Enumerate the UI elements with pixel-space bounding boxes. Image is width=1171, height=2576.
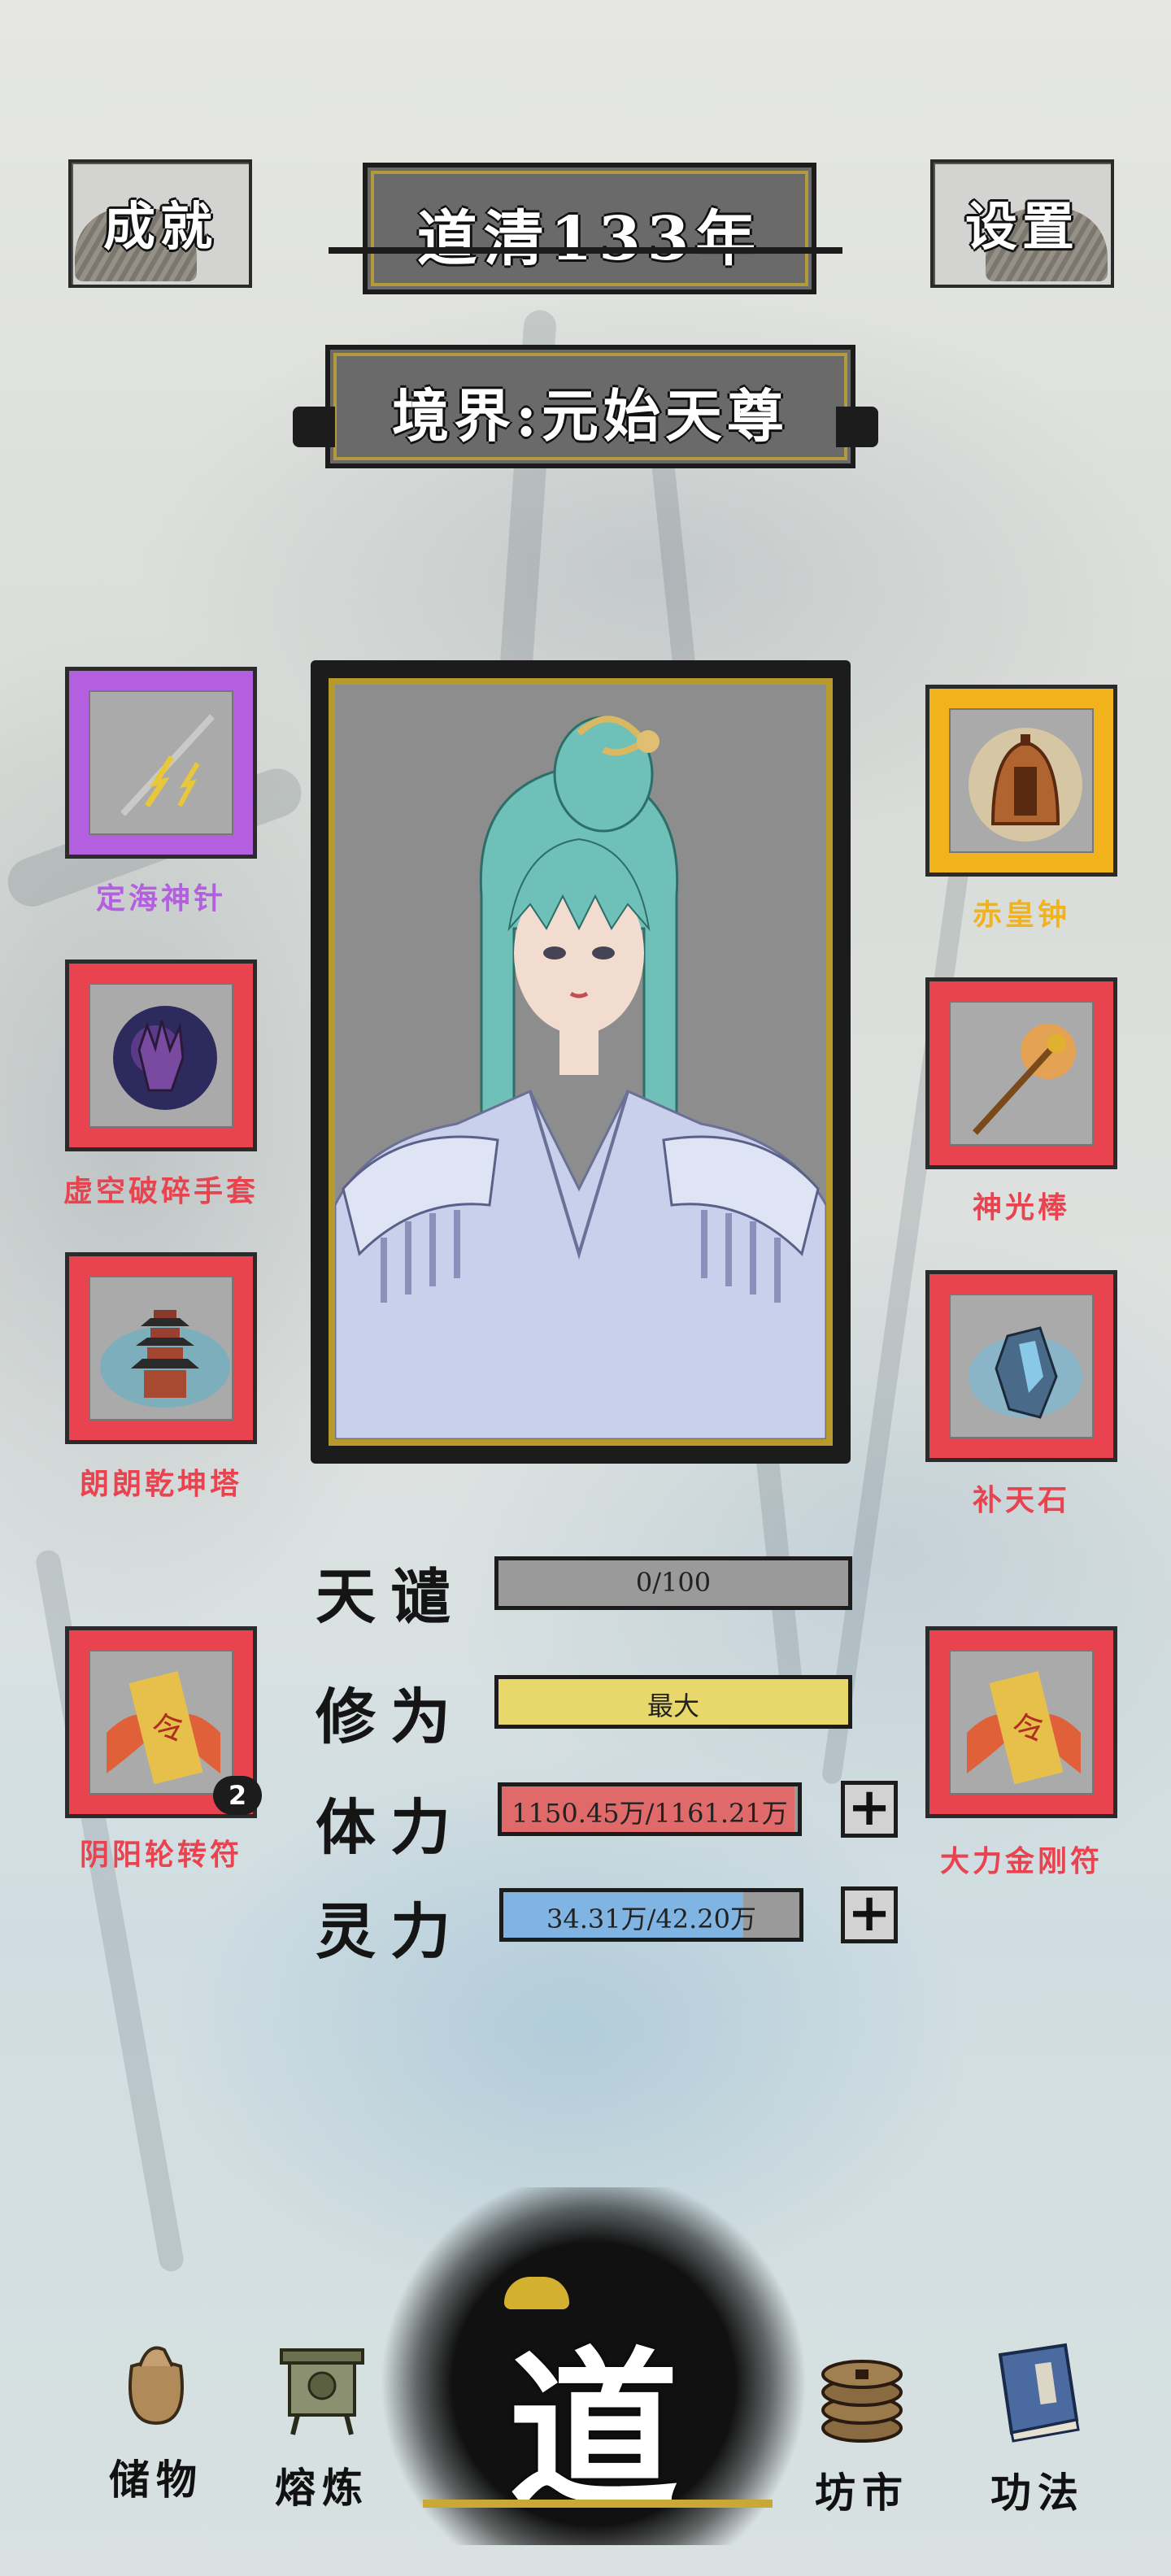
talisman-icon: 令 [949,1650,1094,1795]
character-portrait [329,678,833,1446]
equip-slot-right-3[interactable] [925,1270,1117,1462]
stamina-bar: 1150.45万/1161.21万 [498,1782,802,1836]
nav-storage-label: 储物 [109,2456,203,2504]
equip-name-right-1: 赤皇钟 [972,898,1070,932]
equip-slot-right-2[interactable] [925,977,1117,1169]
talisman-icon: 令 [89,1650,233,1795]
equip-name-left-1: 定海神针 [95,881,226,916]
equip-slot-left-3[interactable] [65,1252,257,1444]
spirit-plus-button[interactable]: + [841,1886,898,1943]
cultivation-value: 最大 [646,1690,699,1721]
tribulation-label: 天谴 [316,1562,465,1632]
equip-name-right-4: 大力金刚符 [939,1844,1103,1878]
equip-name-right-2: 神光棒 [972,1190,1070,1225]
achievements-button[interactable]: 成就 [68,159,252,288]
stamina-label: 体力 [316,1793,465,1863]
character-portrait-frame [311,660,851,1464]
equip-slot-right-1[interactable] [925,685,1117,877]
cultivation-label: 修为 [316,1682,465,1752]
pouch-icon [128,2346,184,2426]
era-plaque: 道清133年 [363,163,816,294]
plaque-rod [329,247,842,254]
era-label: 道清133年 [416,204,763,274]
spirit-value: 34.31万/42.20万 [546,1904,756,1934]
equip-name-right-3: 补天石 [972,1483,1070,1517]
item-count-badge: 2 [213,1776,262,1815]
stamina-plus-button[interactable]: + [841,1781,898,1838]
cultivation-bar: 最大 [494,1675,852,1729]
golden-crown-icon [504,2277,569,2309]
realm-label: 境界:元始天尊 [392,382,789,450]
bell-icon [949,708,1094,853]
equip-name-left-2: 虚空破碎手套 [63,1174,259,1208]
plaque-scroll-right [836,407,878,447]
dao-gold-line [423,2500,773,2508]
equip-slot-left-2[interactable] [65,959,257,1151]
cauldron-icon [280,2348,364,2435]
spear-icon [89,690,233,835]
equip-slot-right-4[interactable]: 令 [925,1626,1117,1818]
spirit-label: 灵力 [316,1897,465,1967]
nav-market-label: 坊市 [815,2469,909,2517]
tribulation-bar: 0/100 [494,1556,852,1610]
nav-dao[interactable]: 道 [472,2277,716,2531]
coin-stack-icon [821,2360,903,2443]
equip-name-left-4: 阴阳轮转符 [79,1838,242,1872]
stamina-value: 1150.45万/1161.21万 [511,1798,788,1829]
equip-name-left-3: 朗朗乾坤塔 [79,1467,242,1501]
spirit-bar: 34.31万/42.20万 [499,1888,803,1942]
gauntlet-icon [89,983,233,1128]
settings-label: 设置 [965,197,1079,258]
pagoda-icon [89,1276,233,1421]
tribulation-value: 0/100 [635,1567,712,1598]
settings-button[interactable]: 设置 [930,159,1114,288]
staff-icon [949,1001,1094,1146]
book-icon [998,2343,1080,2443]
plaque-scroll-left [293,407,335,447]
nav-smelting-label: 熔炼 [275,2464,369,2512]
crystal-stone-icon [949,1294,1094,1438]
equip-slot-left-1[interactable] [65,667,257,859]
nav-techniques-label: 功法 [990,2469,1085,2517]
realm-plaque: 境界:元始天尊 [325,345,855,468]
achievements-label: 成就 [103,197,217,258]
